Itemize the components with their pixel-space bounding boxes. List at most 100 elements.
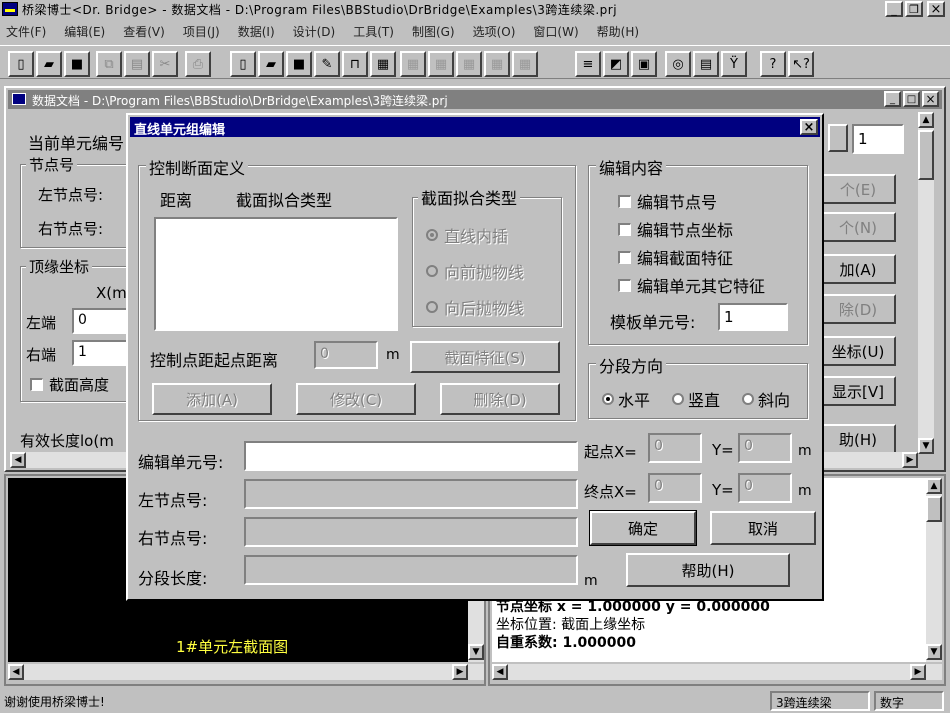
minimize-button[interactable]: _ (885, 1, 903, 17)
edit-section-feature-checkbox[interactable] (618, 250, 631, 264)
edit-other-feature-option[interactable]: 编辑单元其它特征 (618, 273, 765, 297)
edit-node-number-option[interactable]: 编辑节点号 (618, 189, 717, 213)
draw-icon[interactable]: ✎ (314, 51, 340, 77)
section-height-check[interactable]: 截面高度 (30, 374, 109, 395)
ctrl-dist-field[interactable]: 0 (314, 341, 378, 369)
save-doc-icon[interactable]: ■ (286, 51, 312, 77)
edit-node-number-checkbox[interactable] (618, 194, 631, 208)
close-button[interactable]: × (927, 1, 945, 17)
list-icon[interactable]: ≡ (575, 51, 601, 77)
grid4-icon[interactable]: ▦ (484, 51, 510, 77)
cut-icon[interactable]: ✂ (152, 51, 178, 77)
scroll-thumb[interactable] (918, 130, 934, 180)
info-vscroll[interactable]: ▲ ▼ (926, 478, 942, 662)
delete-unit-button[interactable]: 除(D) (820, 294, 896, 324)
template-unit-field[interactable]: 1 (718, 303, 788, 331)
dialog-left-node-field[interactable] (244, 479, 578, 509)
scroll-left-arrow[interactable]: ◀ (10, 452, 26, 468)
print-icon[interactable]: ⎙ (185, 51, 211, 77)
control-section-list[interactable] (154, 217, 398, 331)
edit-node-coord-option[interactable]: 编辑节点坐标 (618, 217, 733, 241)
end-y-field[interactable]: 0 (738, 473, 792, 503)
direction-oblique-radio[interactable] (742, 393, 754, 405)
direction-horizontal[interactable]: 水平 (602, 387, 650, 411)
context-help-icon[interactable]: ↖? (788, 51, 814, 77)
section-feature-button[interactable]: 截面特征(S) (410, 341, 560, 373)
info-scroll-left[interactable]: ◀ (492, 664, 508, 680)
edit-section-feature-option[interactable]: 编辑截面特征 (618, 245, 733, 269)
add-button[interactable]: 添加(A) (152, 383, 272, 415)
right-end-field[interactable]: 1 (72, 340, 132, 366)
end-x-field[interactable]: 0 (648, 473, 702, 503)
help-icon[interactable]: ? (760, 51, 786, 77)
info-scroll-thumb[interactable] (926, 496, 942, 522)
grid3-icon[interactable]: ▦ (456, 51, 482, 77)
direction-horizontal-radio[interactable] (602, 393, 614, 405)
direction-vertical[interactable]: 竖直 (672, 387, 720, 411)
doc-close-button[interactable]: × (922, 91, 939, 107)
delete-button[interactable]: 删除(D) (440, 383, 560, 415)
prev-unit-button[interactable]: 个(E) (820, 174, 896, 204)
section-scroll-left[interactable]: ◀ (8, 664, 24, 680)
menu-window[interactable]: 窗口(W) (533, 23, 578, 40)
copy-icon[interactable]: ⧉ (96, 51, 122, 77)
chart-icon[interactable]: ◩ (603, 51, 629, 77)
doc-minimize-button[interactable]: _ (884, 91, 901, 107)
section-scroll-down[interactable]: ▼ (468, 644, 484, 660)
scroll-right-arrow[interactable]: ▶ (902, 452, 918, 468)
start-x-field[interactable]: 0 (648, 433, 702, 463)
save-icon[interactable]: ■ (64, 51, 90, 77)
structure-icon[interactable]: ⊓ (342, 51, 368, 77)
scroll-up-arrow[interactable]: ▲ (918, 112, 934, 128)
add-unit-button[interactable]: 加(A) (820, 254, 896, 284)
dialog-close-button[interactable]: × (800, 119, 818, 135)
new-file-icon[interactable]: ▯ (8, 51, 34, 77)
next-unit-button[interactable]: 个(N) (820, 212, 896, 242)
segment-length-field[interactable] (244, 555, 578, 585)
scroll-down-arrow[interactable]: ▼ (918, 438, 934, 454)
grid5-icon[interactable]: ▦ (512, 51, 538, 77)
info-scroll-down[interactable]: ▼ (926, 644, 942, 660)
info-hscroll[interactable]: ◀ ▶ (492, 664, 942, 680)
doc-vscrollbar[interactable]: ▲ ▼ (918, 112, 934, 454)
open-doc-icon[interactable]: ▰ (258, 51, 284, 77)
menu-help[interactable]: 帮助(H) (597, 23, 639, 40)
section-scroll-right[interactable]: ▶ (452, 664, 468, 680)
fit-option-forward-parabola[interactable]: 向前抛物线 (426, 259, 524, 283)
new-doc-icon[interactable]: ▯ (230, 51, 256, 77)
dialog-help-button[interactable]: 帮助(H) (626, 553, 790, 587)
menu-file[interactable]: 文件(F) (6, 23, 46, 40)
table-icon[interactable]: ▦ (370, 51, 396, 77)
left-end-field[interactable]: 0 (72, 308, 132, 334)
dialog-right-node-field[interactable] (244, 517, 578, 547)
fit-forward-radio[interactable] (426, 265, 438, 277)
paste-icon[interactable]: ▤ (124, 51, 150, 77)
cancel-button[interactable]: 取消 (710, 511, 816, 545)
menu-design[interactable]: 设计(D) (293, 23, 336, 40)
open-folder-icon[interactable]: ▰ (36, 51, 62, 77)
doc-help-button[interactable]: 助(H) (820, 424, 896, 454)
fit-option-backward-parabola[interactable]: 向后抛物线 (426, 295, 524, 319)
grid2-icon[interactable]: ▦ (428, 51, 454, 77)
menu-project[interactable]: 项目(J) (183, 23, 220, 40)
edit-unit-field[interactable] (244, 441, 578, 471)
modify-button[interactable]: 修改(C) (296, 383, 416, 415)
display-button[interactable]: 显示[V] (820, 376, 896, 406)
unit-nav-button[interactable] (828, 124, 848, 152)
window-icon[interactable]: ▣ (631, 51, 657, 77)
menu-data[interactable]: 数据(I) (238, 23, 275, 40)
fit-option-linear[interactable]: 直线内插 (426, 223, 508, 247)
doc-maximize-button[interactable]: □ (903, 91, 920, 107)
start-y-field[interactable]: 0 (738, 433, 792, 463)
edit-other-feature-checkbox[interactable] (618, 278, 631, 292)
report-icon[interactable]: ▤ (693, 51, 719, 77)
menu-view[interactable]: 查看(V) (123, 23, 165, 40)
menu-options[interactable]: 选项(O) (473, 23, 516, 40)
section-height-checkbox[interactable] (30, 378, 43, 391)
current-unit-field[interactable]: 1 (852, 124, 904, 154)
info-scroll-up[interactable]: ▲ (926, 478, 942, 494)
edit-node-coord-checkbox[interactable] (618, 222, 631, 236)
calc-icon[interactable]: ◎ (665, 51, 691, 77)
direction-vertical-radio[interactable] (672, 393, 684, 405)
filter-icon[interactable]: Ϋ (721, 51, 747, 77)
